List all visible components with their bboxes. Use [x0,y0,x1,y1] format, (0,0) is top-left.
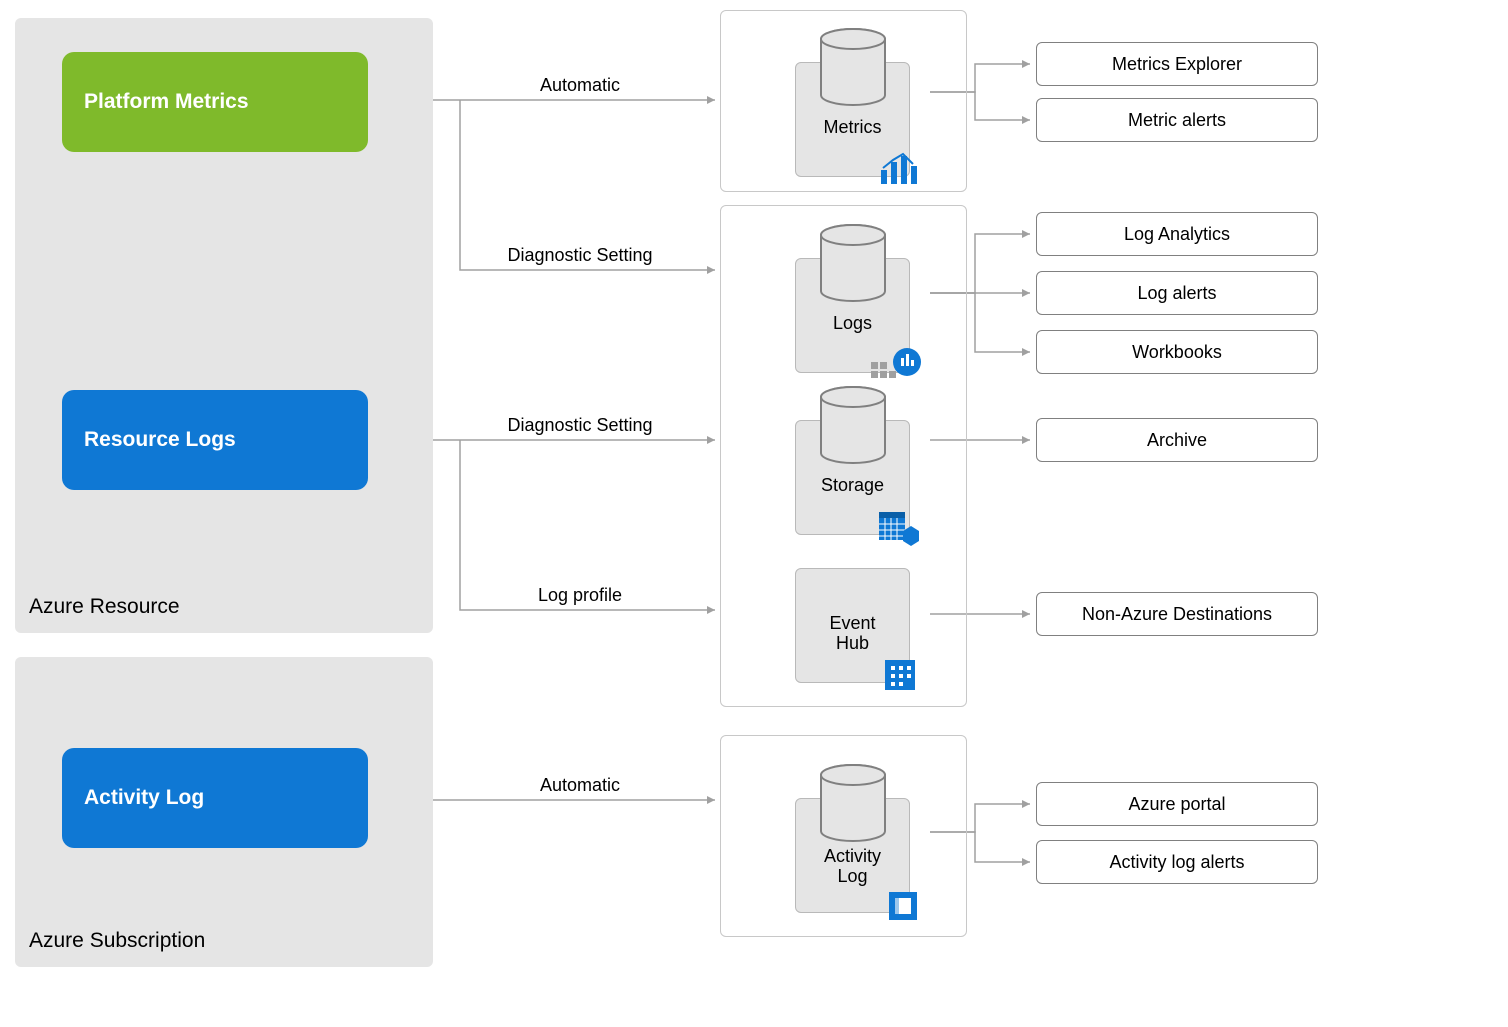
source-platform-metrics: Platform Metrics [62,52,368,152]
database-icon [817,27,889,109]
dest-activity-log-label: Activity Log [824,847,881,887]
dest-metrics-label: Metrics [824,118,882,138]
activity-log-icon [885,888,921,924]
dest-metrics: Metrics [795,62,910,177]
edge-label-automatic-1: Automatic [540,75,620,96]
source-activity-log: Activity Log [62,748,368,848]
dest-event-hub-label: Event Hub [829,614,875,654]
dest-logs: Logs [795,258,910,373]
dest-storage: Storage [795,420,910,535]
consumer-metrics-explorer: Metrics Explorer [1036,42,1318,86]
event-hub-icon [881,654,921,694]
dest-event-hub: Event Hub [795,568,910,683]
dest-activity-log: Activity Log [795,798,910,913]
consumer-workbooks: Workbooks [1036,330,1318,374]
edge-label-diagnostic-2: Diagnostic Setting [507,415,652,436]
source-resource-logs: Resource Logs [62,390,368,490]
consumer-azure-portal: Azure portal [1036,782,1318,826]
region-azure-resource-label: Azure Resource [29,595,180,619]
consumer-metric-alerts: Metric alerts [1036,98,1318,142]
consumer-log-analytics: Log Analytics [1036,212,1318,256]
database-icon [817,385,889,467]
source-resource-logs-label: Resource Logs [84,428,236,452]
consumer-log-alerts: Log alerts [1036,271,1318,315]
storage-icon [877,506,921,546]
edge-label-log-profile: Log profile [538,585,622,606]
edge-label-diagnostic-1: Diagnostic Setting [507,245,652,266]
metrics-chart-icon [877,148,921,188]
dest-logs-label: Logs [833,314,872,334]
database-icon [817,763,889,845]
edge-label-automatic-2: Automatic [540,775,620,796]
region-azure-subscription-label: Azure Subscription [29,929,205,953]
dest-storage-label: Storage [821,476,884,496]
database-icon [817,223,889,305]
source-activity-log-label: Activity Log [84,786,204,810]
consumer-non-azure: Non-Azure Destinations [1036,592,1318,636]
logs-icon [871,344,921,384]
source-platform-metrics-label: Platform Metrics [84,90,249,114]
consumer-activity-log-alerts: Activity log alerts [1036,840,1318,884]
consumer-archive: Archive [1036,418,1318,462]
